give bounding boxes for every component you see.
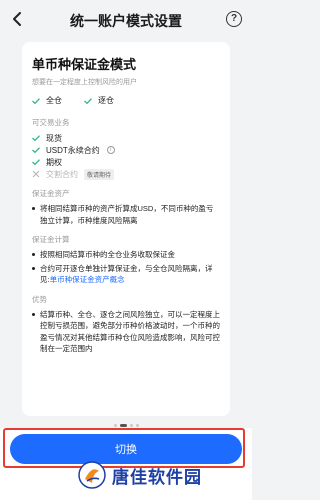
check-icon	[32, 97, 40, 104]
page-dot	[114, 424, 117, 427]
bullet-dot	[32, 207, 35, 210]
business-section-label: 可交易业务	[32, 118, 70, 127]
assets-section: 保证金资产 将相同结算币种的资产折算成USD，不同币种的盈亏独立计算，币种维度风…	[32, 188, 220, 226]
mode-cross: 全仓	[32, 95, 62, 106]
check-icon	[84, 97, 92, 104]
business-item-delivery: 交割合约 敬请期待	[32, 168, 220, 180]
mode-label: 逐仓	[98, 96, 114, 105]
advantage-section-label: 优势	[32, 294, 47, 304]
bullet-dot	[32, 312, 35, 316]
business-label: 期权	[46, 157, 62, 167]
page-dot	[130, 424, 133, 427]
page-dot	[136, 424, 139, 427]
check-icon	[32, 147, 40, 153]
page-dot-active	[120, 424, 127, 427]
business-item-options: 期权	[32, 156, 220, 168]
card-subtitle: 想要在一定程度上控制风险的用户	[32, 79, 137, 86]
bullet-text-wrap: 合约可开逐仓单独计算保证金，与全仓风险隔离，详见:单币种保证金资产概念	[40, 263, 220, 286]
bullet-item: 按照相同结算币种的全仓业务收取保证金	[32, 249, 220, 261]
bullet-text: 结算币种、全仓、逐仓之间风险独立，可以一定程度上控制亏损范围，避免部分币种价格波…	[40, 309, 220, 354]
concept-link[interactable]: 单币种保证金资产概念	[50, 275, 125, 284]
cross-icon	[32, 170, 40, 178]
bullet-dot	[32, 266, 35, 270]
page-title: 统一账户模式设置	[70, 13, 182, 29]
watermark: 唐佳软件园	[78, 454, 202, 496]
mode-card: 单币种保证金模式 想要在一定程度上控制风险的用户 全仓 逐仓 可交易业务 现货 …	[22, 42, 230, 416]
check-icon	[32, 159, 40, 165]
coming-soon-badge: 敬请期待	[84, 168, 115, 180]
bullet-text: 按照相同结算币种的全仓业务收取保证金	[40, 250, 175, 259]
assets-section-label: 保证金资产	[32, 189, 70, 198]
business-item-usdt-perpetual: USDT永续合约 i	[32, 144, 220, 156]
mode-isolated: 逐仓	[84, 95, 114, 106]
bullet-item: 结算币种、全仓、逐仓之间风险独立，可以一定程度上控制亏损范围，避免部分币种价格波…	[32, 309, 220, 355]
business-label: USDT永续合约	[46, 145, 100, 155]
bullet-text: 将相同结算币种的资产折算成USD，不同币种的盈亏独立计算，币种维度风险隔离	[40, 204, 214, 225]
calc-section: 保证金计算 按照相同结算币种的全仓业务收取保证金 合约可开逐仓单独计算保证金，与…	[32, 234, 220, 286]
check-icon	[32, 135, 40, 141]
info-icon[interactable]: i	[106, 146, 115, 154]
bullet-dot	[32, 253, 35, 256]
calc-section-label: 保证金计算	[32, 235, 70, 244]
card-title: 单币种保证金模式	[32, 57, 137, 72]
top-bar: 统一账户模式设置 ?	[0, 0, 252, 38]
business-label: 交割合约	[46, 169, 78, 179]
page-indicator	[114, 424, 139, 427]
business-label: 现货	[46, 133, 62, 143]
business-item-spot: 现货	[32, 132, 220, 144]
watermark-text: 唐佳软件园	[112, 467, 202, 487]
bullet-item: 合约可开逐仓单独计算保证金，与全仓风险隔离，详见:单币种保证金资产概念	[32, 263, 220, 286]
bullet-item: 将相同结算币种的资产折算成USD，不同币种的盈亏独立计算，币种维度风险隔离	[32, 203, 220, 226]
advantage-section: 优势 结算币种、全仓、逐仓之间风险独立，可以一定程度上控制亏损范围，避免部分币种…	[32, 294, 220, 355]
watermark-logo-icon	[78, 461, 106, 489]
help-icon[interactable]: ?	[226, 11, 242, 27]
mode-label: 全仓	[46, 96, 62, 105]
margin-mode-list: 全仓 逐仓	[32, 95, 220, 106]
